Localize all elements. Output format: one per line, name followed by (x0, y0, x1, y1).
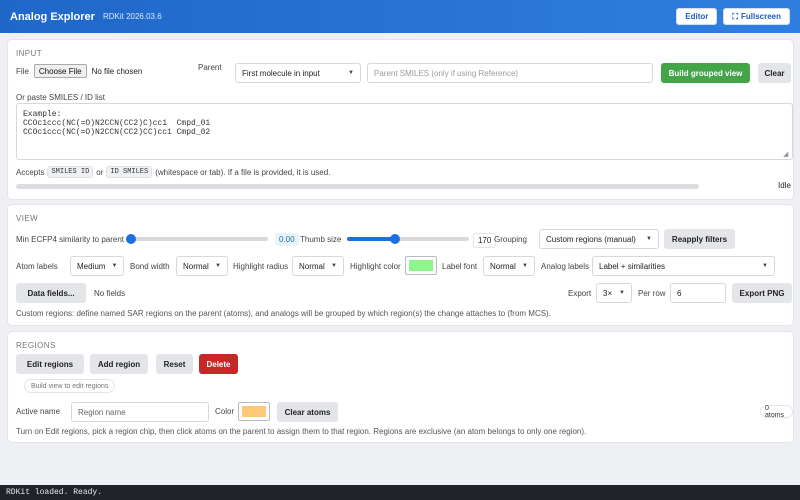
region-color-fill (242, 406, 266, 417)
chevron-down-icon: ▼ (619, 290, 625, 296)
region-name-placeholder: Region name (78, 407, 126, 417)
export-scale-value: 3× (603, 288, 613, 298)
no-file-text: No file chosen (91, 66, 143, 76)
progress-bar (16, 184, 699, 189)
min-similarity-label: Min ECFP4 similarity to parent (16, 235, 125, 244)
bond-width-select[interactable]: Normal ▼ (176, 256, 228, 276)
top-bar: Analog Explorer RDKit 2026.03.6 Editor ⛶… (0, 0, 800, 33)
analog-labels-label: Analog labels (541, 262, 590, 271)
choose-file-button[interactable]: Choose File (33, 64, 87, 78)
input-section-title: INPUT (16, 49, 42, 58)
edit-regions-button[interactable]: Edit regions (16, 354, 84, 374)
format-smiles-id: SMILES ID (47, 166, 94, 178)
input-card: INPUT File Choose File No file chosen Pa… (8, 40, 793, 199)
atom-labels-label: Atom labels (16, 262, 58, 271)
fullscreen-icon: ⛶ (732, 11, 738, 21)
analog-labels-select[interactable]: Label + similarities ▼ (592, 256, 775, 276)
per-row-label: Per row (638, 289, 666, 298)
parent-label: Parent (198, 63, 222, 72)
parent-smiles-input[interactable]: Parent SMILES (only if using Reference) (367, 63, 653, 83)
build-grouped-view-button[interactable]: Build grouped view (661, 63, 750, 83)
editor-label: Editor (685, 12, 709, 21)
parent-select[interactable]: First molecule in input ▼ (235, 63, 361, 83)
paste-label: Or paste SMILES / ID list (16, 93, 105, 102)
color-label: Color (215, 407, 235, 416)
highlight-radius-select-value: Normal (299, 261, 325, 271)
thumb-size-slider-thumb[interactable] (389, 234, 400, 244)
export-png-button[interactable]: Export PNG (732, 283, 792, 303)
grouping-select-value: Custom regions (manual) (546, 234, 636, 244)
data-fields-button[interactable]: Data fields... (16, 283, 86, 303)
regions-section-title: REGIONS (16, 341, 56, 350)
view-card: VIEW Min ECFP4 similarity to parent 0.00… (8, 205, 793, 325)
export-scale-select[interactable]: 3× ▼ (596, 283, 632, 303)
per-row-value: 6 (677, 288, 682, 298)
chevron-down-icon: ▼ (522, 263, 528, 269)
export-label: Export (568, 289, 592, 298)
region-color-swatch[interactable] (238, 402, 270, 421)
fullscreen-button[interactable]: ⛶ Fullscreen (723, 8, 790, 25)
parent-select-value: First molecule in input (242, 68, 320, 78)
thumb-size-slider[interactable] (347, 232, 469, 246)
highlight-radius-label: Highlight radius (233, 262, 289, 271)
region-chip: Build view to edit regions (24, 379, 116, 393)
view-section-title: VIEW (16, 214, 39, 223)
regions-note: Turn on Edit regions, pick a region chip… (16, 427, 587, 436)
regions-card: REGIONS Edit regions Add region Reset De… (8, 332, 793, 442)
highlight-color-fill (409, 260, 433, 271)
app-version: RDKit 2026.03.6 (102, 12, 162, 21)
atom-labels-select-value: Medium (77, 261, 106, 271)
label-font-label: Label font (442, 262, 478, 271)
app-title: Analog Explorer (10, 10, 95, 23)
min-similarity-slider-thumb[interactable] (126, 234, 136, 244)
grouping-select[interactable]: Custom regions (manual) ▼ (539, 229, 659, 249)
clear-button[interactable]: Clear (758, 63, 791, 83)
chevron-down-icon: ▼ (215, 263, 221, 269)
clear-atoms-button[interactable]: Clear atoms (277, 402, 338, 422)
min-similarity-value: 0.00 (275, 233, 299, 246)
highlight-color-swatch[interactable] (405, 256, 437, 275)
thumb-size-value: 170 (473, 233, 497, 248)
chevron-down-icon: ▼ (348, 70, 354, 76)
region-name-input[interactable]: Region name (71, 402, 209, 422)
grouping-label: Grouping (494, 235, 527, 244)
accepts-or: or (96, 167, 104, 177)
status-bar: RDKit loaded. Ready. (0, 485, 800, 500)
chevron-down-icon: ▼ (646, 236, 652, 242)
atoms-count-badge: 0 atoms (760, 405, 793, 419)
active-name-label: Active name (16, 407, 61, 416)
label-font-select-value: Normal (490, 261, 516, 271)
status-text: Idle (778, 181, 791, 190)
reset-button[interactable]: Reset (156, 354, 193, 374)
bond-width-select-value: Normal (183, 261, 209, 271)
chevron-down-icon: ▼ (111, 263, 118, 269)
chevron-down-icon: ▼ (331, 263, 337, 269)
chevron-down-icon: ▼ (762, 263, 768, 269)
resize-handle-icon[interactable]: ◢ (783, 150, 788, 158)
thumb-size-label: Thumb size (300, 235, 342, 244)
highlight-radius-select[interactable]: Normal ▼ (292, 256, 344, 276)
fullscreen-label: Fullscreen (740, 12, 781, 21)
min-similarity-slider[interactable] (126, 232, 268, 246)
accepts-prefix: Accepts (16, 167, 45, 177)
highlight-color-label: Highlight color (350, 262, 401, 271)
reapply-filters-button[interactable]: Reapply filters (664, 229, 735, 249)
add-region-button[interactable]: Add region (90, 354, 148, 374)
parent-smiles-placeholder: Parent SMILES (only if using Reference) (374, 68, 519, 78)
atom-labels-select[interactable]: Medium ▼ (70, 256, 124, 276)
accepts-suffix: (whitespace or tab). If a file is provid… (155, 167, 331, 177)
format-id-smiles: ID SMILES (106, 166, 153, 178)
bond-width-label: Bond width (130, 262, 170, 271)
smiles-textarea[interactable]: Example: CCOc1ccc(NC(=O)N2CCN(CC2)C)cc1 … (16, 103, 793, 160)
editor-button[interactable]: Editor (676, 8, 718, 25)
file-label: File (16, 66, 29, 76)
label-font-select[interactable]: Normal ▼ (483, 256, 535, 276)
per-row-input[interactable]: 6 (670, 283, 726, 303)
no-fields-text: No fields (94, 289, 126, 298)
analog-labels-select-value: Label + similarities (599, 261, 666, 271)
delete-button[interactable]: Delete (199, 354, 238, 374)
view-note: Custom regions: define named SAR regions… (16, 309, 551, 318)
